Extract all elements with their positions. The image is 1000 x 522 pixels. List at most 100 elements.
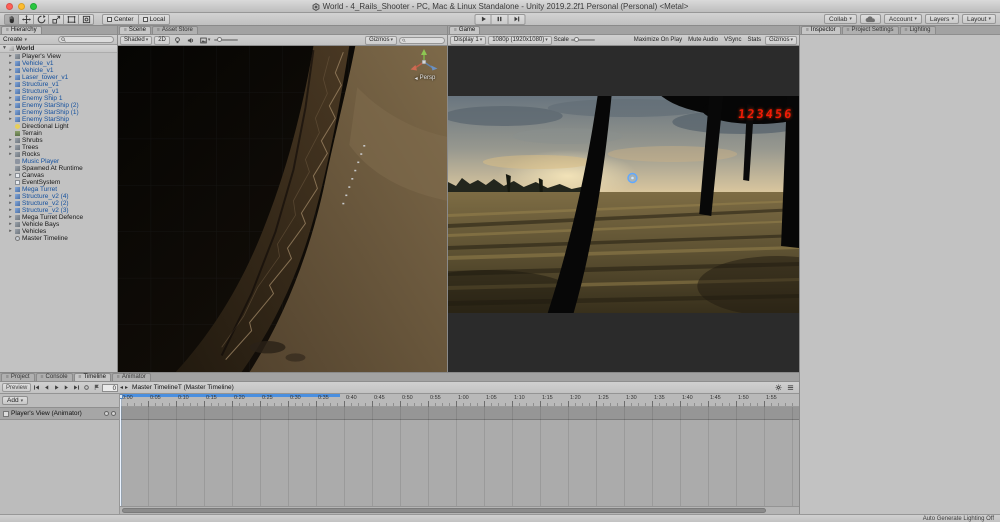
scrollbar-handle[interactable] (122, 508, 766, 513)
preview-toggle-button[interactable]: Preview (2, 383, 32, 392)
expand-arrow-icon[interactable]: ▸ (8, 102, 13, 109)
tab-animator[interactable]: ≡ Animator (111, 373, 151, 381)
timeline-options-button[interactable] (786, 383, 795, 392)
next-frame-button[interactable] (62, 383, 71, 392)
hierarchy-item[interactable]: ▸ Structure_v2 (2) (0, 200, 117, 207)
hierarchy-item[interactable]: ▸ Rocks (0, 151, 117, 158)
expand-arrow-icon[interactable]: ▸ (8, 116, 13, 123)
expand-arrow-icon[interactable]: ▸ (8, 151, 13, 158)
create-dropdown[interactable]: Create ▾ (3, 36, 27, 43)
move-tool-button[interactable] (19, 13, 34, 25)
hierarchy-item[interactable]: ▸ Vehicles (0, 228, 117, 235)
expand-arrow-icon[interactable]: ▸ (8, 137, 13, 144)
breadcrumb-back-icon[interactable]: ◂ (120, 384, 123, 391)
record-button[interactable] (82, 383, 91, 392)
2d-toggle-button[interactable]: 2D (154, 35, 170, 45)
step-button[interactable] (508, 13, 526, 25)
goto-start-button[interactable] (32, 383, 41, 392)
scene-lighting-toggle[interactable] (172, 36, 183, 45)
shading-mode-dropdown[interactable]: Shaded ▾ (120, 35, 153, 45)
tab-project[interactable]: ≡ Project (1, 373, 35, 381)
track-mute-icon[interactable] (104, 411, 109, 416)
hierarchy-item[interactable]: ▸ Enemy StarShip (0, 116, 117, 123)
expand-arrow-icon[interactable]: ▸ (8, 53, 13, 60)
add-track-button[interactable]: Add ▾ (2, 396, 29, 405)
expand-arrow-icon[interactable]: ▸ (8, 221, 13, 228)
slider-knob[interactable] (217, 37, 223, 42)
auto-generate-lighting-status[interactable]: Auto Generate Lighting Off (923, 516, 994, 522)
slider-knob[interactable] (573, 37, 579, 42)
gizmo-back-icon[interactable]: ◂ (415, 75, 418, 82)
scale-slider[interactable] (570, 37, 595, 42)
hierarchy-item[interactable]: EventSystem (0, 179, 117, 186)
expand-arrow-icon[interactable]: ▸ (8, 74, 13, 81)
hierarchy-item[interactable]: ▸ Enemy Ship 1 (0, 95, 117, 102)
expand-arrow-icon[interactable]: ▸ (8, 172, 13, 179)
expand-arrow-icon[interactable]: ▸ (8, 109, 13, 116)
services-button[interactable] (859, 14, 881, 24)
scene-gizmo[interactable]: ◂ Persp (407, 49, 443, 82)
expand-arrow-icon[interactable]: ▸ (8, 88, 13, 95)
hierarchy-item[interactable]: ▸ Mega Turret (0, 186, 117, 193)
timeline-settings-button[interactable] (774, 383, 783, 392)
tab-lighting[interactable]: ≡ Lighting (899, 26, 936, 34)
rect-tool-button[interactable] (64, 13, 79, 25)
layout-dropdown[interactable]: Layout ▾ (961, 14, 996, 24)
aspect-dropdown[interactable]: 1080p (1920x1080) ▾ (488, 35, 552, 45)
playhead[interactable] (120, 394, 123, 506)
expand-arrow-icon[interactable]: ▸ (8, 193, 13, 200)
hierarchy-item[interactable]: ▸ Trees (0, 144, 117, 151)
expand-arrow-icon[interactable]: ▸ (8, 60, 13, 67)
pause-button[interactable] (491, 13, 509, 25)
timeline-play-button[interactable] (52, 383, 61, 392)
mute-audio-toggle[interactable]: Mute Audio (686, 36, 720, 45)
hierarchy-item[interactable]: ▸ Structure_v1 (0, 81, 117, 88)
expand-arrow-icon[interactable]: ▸ (8, 200, 13, 207)
scene-effects-dropdown[interactable]: ▾ (198, 36, 213, 45)
timeline-ruler[interactable]: 0:00 0:05 0:10 0:15 0:20 0:25 0:30 0:35 0:40 0:45… (120, 394, 799, 407)
timeline-breadcrumb[interactable]: Master TimelineT (Master Timeline) (130, 384, 236, 391)
hand-tool-button[interactable] (4, 13, 19, 25)
track-header[interactable]: Player's View (Animator) (0, 407, 119, 420)
expand-arrow-icon[interactable]: ▸ (8, 186, 13, 193)
expand-arrow-icon[interactable]: ▸ (8, 67, 13, 74)
hierarchy-item[interactable]: ▸ Enemy StarShip (1) (0, 109, 117, 116)
tab-hierarchy[interactable]: ≡ Hierarchy (1, 26, 42, 34)
hierarchy-item[interactable]: ▸ Shrubs (0, 137, 117, 144)
scene-gizmos-dropdown[interactable]: Gizmos ▾ (365, 35, 397, 45)
vsync-toggle[interactable]: VSync (722, 36, 743, 45)
hierarchy-item[interactable]: ▸ Structure_v2 (4) (0, 193, 117, 200)
game-viewport[interactable]: 123456 (448, 46, 799, 372)
prev-frame-button[interactable] (42, 383, 51, 392)
scene-header-row[interactable]: ▼ World (0, 45, 117, 53)
play-button[interactable] (474, 13, 492, 25)
rotate-tool-button[interactable] (34, 13, 49, 25)
hierarchy-item[interactable]: ▸ Vehicle_v1 (0, 60, 117, 67)
gizmo-size-slider[interactable] (214, 37, 239, 42)
hierarchy-item[interactable]: ▸ Canvas (0, 172, 117, 179)
hierarchy-item[interactable]: Terrain (0, 130, 117, 137)
expand-arrow-icon[interactable]: ▸ (8, 214, 13, 221)
tab-console[interactable]: ≡ Console (35, 373, 73, 381)
scene-viewport[interactable]: ◂ Persp (118, 46, 447, 372)
track-record-icon[interactable] (111, 411, 116, 416)
breadcrumb-forward-icon[interactable]: ▸ (125, 384, 128, 391)
transform-tool-button[interactable] (79, 13, 94, 25)
hierarchy-item[interactable]: ▸ Laser_tower_v1 (0, 74, 117, 81)
projection-label[interactable]: Persp (420, 75, 436, 82)
hierarchy-item[interactable]: Spawned At Runtime (0, 165, 117, 172)
expand-arrow-icon[interactable]: ▸ (8, 228, 13, 235)
timeline-content[interactable]: 0:00 0:05 0:10 0:15 0:20 0:25 0:30 0:35 0:40 0:45… (120, 394, 799, 514)
hierarchy-item[interactable]: ▸ Enemy StarShip (2) (0, 102, 117, 109)
tab-asset-store[interactable]: ≡ Asset Store (151, 26, 198, 34)
hierarchy-item[interactable]: ▸ Structure_v1 (0, 88, 117, 95)
collab-button[interactable]: Collab ▾ (823, 14, 857, 24)
hierarchy-search[interactable] (58, 36, 114, 43)
expand-arrow-icon[interactable]: ▼ (2, 45, 7, 52)
layers-dropdown[interactable]: Layers ▾ (924, 14, 959, 24)
hierarchy-search-input[interactable] (68, 36, 108, 43)
maximize-on-play-toggle[interactable]: Maximize On Play (632, 36, 684, 45)
stats-toggle[interactable]: Stats (745, 36, 763, 45)
current-frame-field[interactable]: 0 (102, 383, 118, 392)
tab-timeline[interactable]: ≡ Timeline (73, 373, 111, 381)
